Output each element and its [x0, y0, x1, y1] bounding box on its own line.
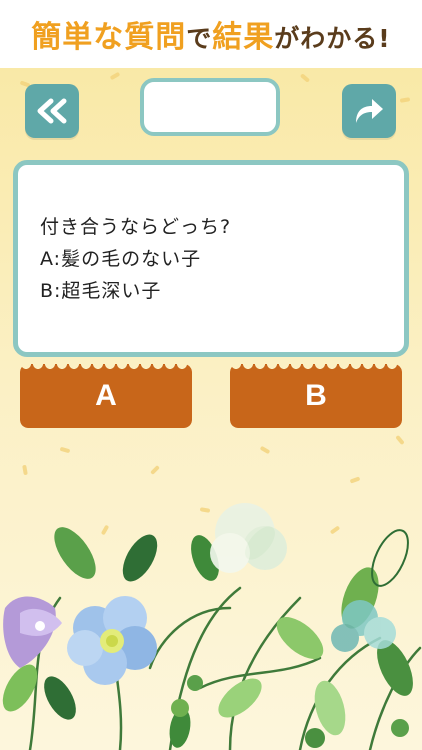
background-speck	[259, 445, 271, 455]
banner-headline: 簡単な質問で結果がわかる!	[31, 12, 390, 56]
app-screen: 付き合うならどっち? A:髪の毛のない子 B:超毛深い子 A B	[0, 68, 422, 750]
banner-part: 結果	[212, 20, 275, 55]
choice-a-button[interactable]: A	[20, 364, 192, 428]
background-speck	[349, 476, 361, 484]
option-b-text: B:超毛深い子	[40, 280, 162, 302]
question-card: 付き合うならどっち? A:髪の毛のない子 B:超毛深い子	[13, 160, 409, 357]
double-chevron-left-icon	[37, 98, 67, 124]
share-button[interactable]	[342, 84, 396, 138]
banner-part: 質問	[124, 20, 187, 55]
banner-part: 簡単な	[31, 20, 125, 55]
background-speck	[59, 446, 71, 454]
promo-banner: 簡単な質問で結果がわかる!	[0, 0, 422, 69]
question-text: 付き合うならどっち?	[40, 216, 232, 238]
choice-b-label: B	[305, 379, 327, 412]
choice-b-button[interactable]: B	[230, 364, 402, 428]
choice-a-label: A	[95, 379, 117, 412]
background-speck	[299, 73, 311, 83]
banner-part: で	[186, 24, 213, 53]
background-speck	[22, 464, 28, 476]
background-speck	[399, 97, 411, 103]
background-speck	[395, 434, 405, 446]
share-arrow-icon	[356, 99, 383, 123]
background-speck	[150, 465, 160, 475]
title-box	[140, 78, 280, 136]
background-speck	[109, 71, 121, 81]
option-a-text: A:髪の毛のない子	[40, 248, 202, 270]
back-button[interactable]	[25, 84, 79, 138]
flower-illustration	[2, 503, 422, 750]
banner-part: がわかる!	[274, 24, 391, 53]
